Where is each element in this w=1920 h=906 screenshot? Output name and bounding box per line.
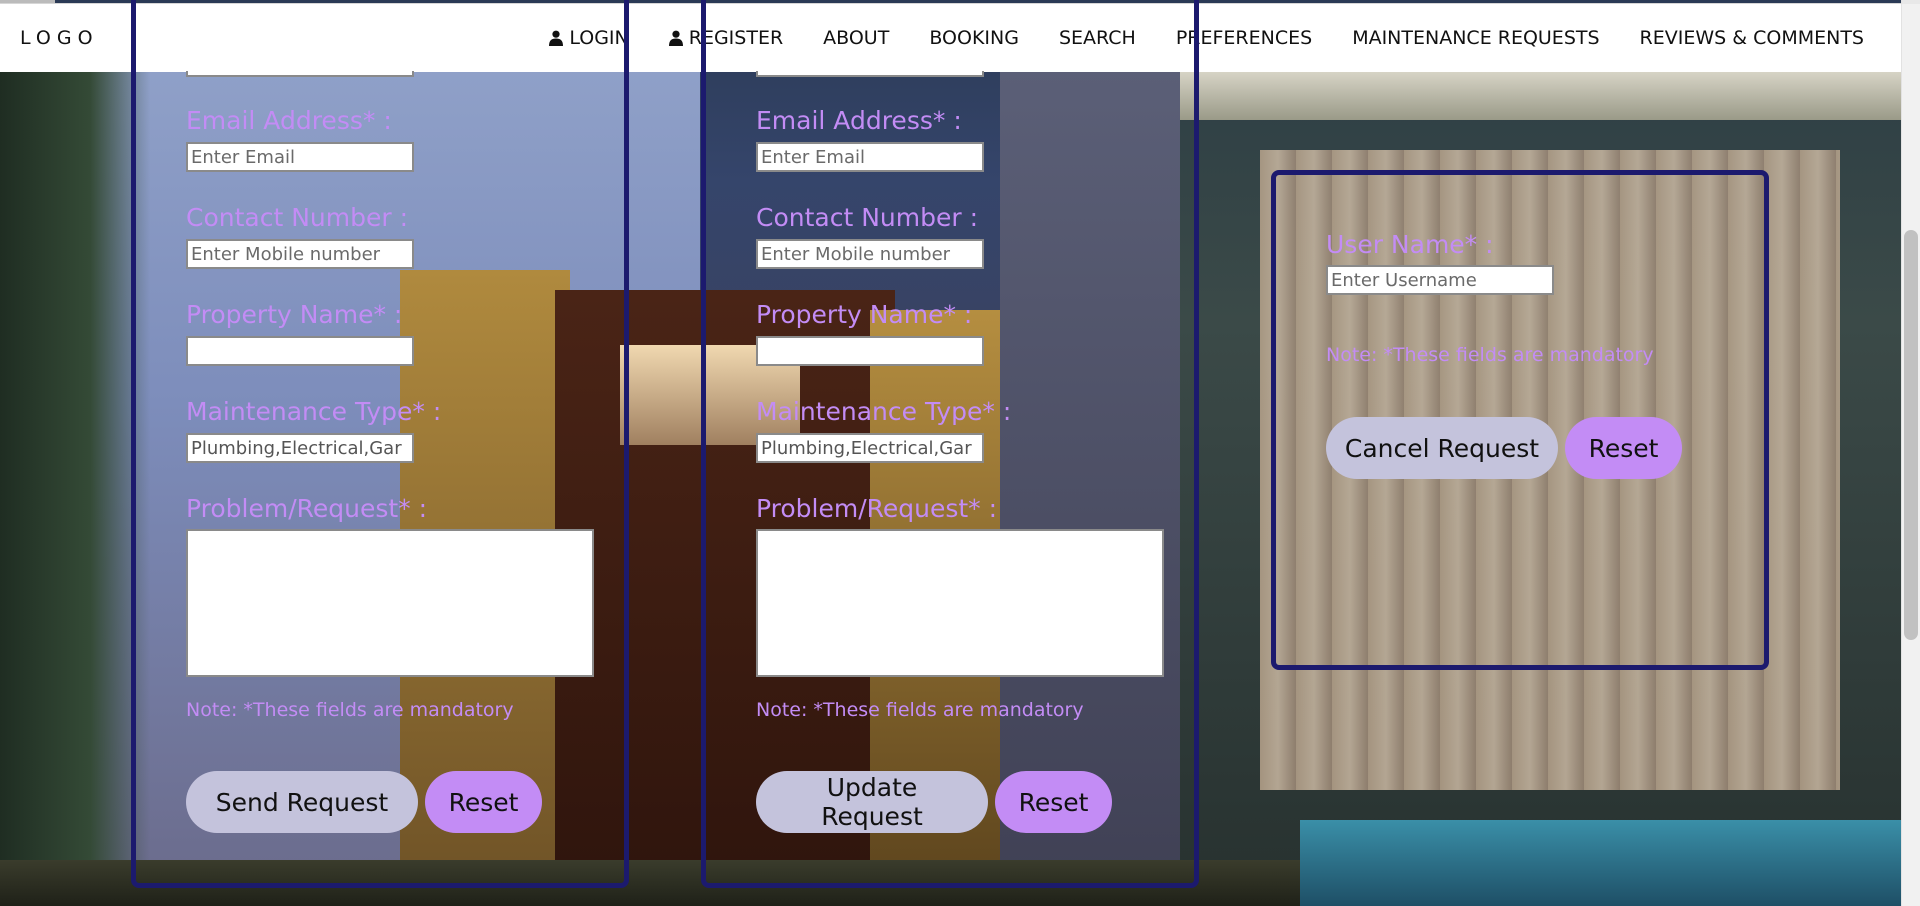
email-label: Email Address* :	[756, 106, 962, 135]
vertical-scrollbar[interactable]	[1901, 0, 1920, 906]
contact-label: Contact Number :	[186, 203, 409, 232]
nav-maintenance-requests[interactable]: MAINTENANCE REQUESTS	[1332, 27, 1619, 49]
update-request-button[interactable]: Update Request	[756, 771, 988, 833]
email-field[interactable]	[756, 142, 984, 172]
mandatory-note: Note: *These fields are mandatory	[1326, 344, 1654, 366]
nav-reviews-comments[interactable]: REVIEWS & COMMENTS	[1620, 27, 1884, 49]
username-field[interactable]	[1326, 265, 1554, 295]
partial-input[interactable]	[756, 71, 984, 77]
problem-textarea[interactable]	[186, 529, 594, 677]
maintenance-type-field[interactable]	[756, 433, 984, 463]
contact-field[interactable]	[186, 239, 414, 269]
problem-textarea[interactable]	[756, 529, 1164, 677]
maintenance-type-label: Maintenance Type* :	[756, 397, 1012, 426]
problem-label: Problem/Request* :	[186, 494, 428, 523]
reset-button[interactable]: Reset	[995, 771, 1112, 833]
mandatory-note: Note: *These fields are mandatory	[756, 699, 1084, 721]
maintenance-type-field[interactable]	[186, 433, 414, 463]
property-field[interactable]	[186, 336, 414, 366]
contact-field[interactable]	[756, 239, 984, 269]
property-label: Property Name* :	[186, 300, 403, 329]
username-label: User Name* :	[1326, 230, 1494, 259]
property-field[interactable]	[756, 336, 984, 366]
problem-label: Problem/Request* :	[756, 494, 998, 523]
logo[interactable]: LOGO	[20, 4, 99, 72]
send-request-button[interactable]: Send Request	[186, 771, 418, 833]
contact-label: Contact Number :	[756, 203, 979, 232]
maintenance-type-label: Maintenance Type* :	[186, 397, 442, 426]
mandatory-note: Note: *These fields are mandatory	[186, 699, 514, 721]
cancel-request-button[interactable]: Cancel Request	[1326, 417, 1558, 479]
email-field[interactable]	[186, 142, 414, 172]
email-label: Email Address* :	[186, 106, 392, 135]
reset-button[interactable]: Reset	[1565, 417, 1682, 479]
property-label: Property Name* :	[756, 300, 973, 329]
user-icon	[668, 30, 683, 46]
scroll-up-arrow[interactable]	[1902, 0, 1920, 4]
reset-button[interactable]: Reset	[425, 771, 542, 833]
partial-input[interactable]	[186, 71, 414, 77]
scroll-thumb[interactable]	[1904, 230, 1918, 640]
